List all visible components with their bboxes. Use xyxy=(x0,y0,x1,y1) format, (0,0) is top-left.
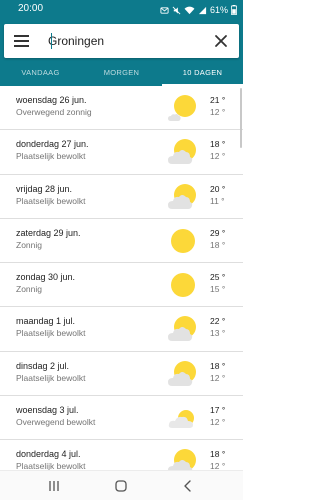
forecast-low-temp: 12 ° xyxy=(210,151,226,162)
mute-icon xyxy=(172,6,181,14)
notification-icon xyxy=(160,6,169,14)
forecast-day: woensdag 3 jul. xyxy=(16,405,79,416)
forecast-high-temp: 29 ° xyxy=(210,227,226,238)
forecast-day: vrijdag 28 jun. xyxy=(16,183,73,194)
forecast-row[interactable]: vrijdag 28 jun. Plaatselijk bewolkt 20 ° 11… xyxy=(0,175,243,219)
mostly-cloudy-icon xyxy=(168,410,194,429)
hamburger-menu-icon[interactable] xyxy=(12,31,32,51)
system-nav-bar xyxy=(0,470,243,500)
forecast-row[interactable]: zaterdag 29 jun. Zonnig 29 ° 18 ° xyxy=(0,219,243,264)
forecast-high-temp: 18 ° xyxy=(210,449,226,460)
forecast-day: dinsdag 2 jul. xyxy=(16,360,70,371)
forecast-description: Plaatselijk bewolkt xyxy=(16,151,86,162)
forecast-row[interactable]: maandag 1 jul. Plaatselijk bewolkt 22 ° 13 … xyxy=(0,307,243,352)
forecast-low-temp: 15 ° xyxy=(210,284,226,295)
sunny-icon xyxy=(171,273,195,298)
forecast-description: Overwegend bewolkt xyxy=(16,417,96,428)
partly-cloudy-icon xyxy=(168,360,196,386)
forecast-description: Zonnig xyxy=(16,284,42,295)
status-time: 20:00 xyxy=(18,3,44,14)
forecast-high-temp: 20 ° xyxy=(210,183,226,194)
forecast-high-temp: 18 ° xyxy=(210,360,226,371)
sunny-icon xyxy=(171,228,195,253)
forecast-low-temp: 12 ° xyxy=(210,417,226,428)
search-bar xyxy=(4,24,239,58)
close-icon[interactable] xyxy=(213,33,229,49)
forecast-high-temp: 18 ° xyxy=(210,139,226,150)
search-input[interactable] xyxy=(48,32,198,50)
recent-apps-icon[interactable] xyxy=(46,478,62,494)
forecast-row[interactable]: donderdag 27 jun. Plaatselijk bewolkt 18 °… xyxy=(0,130,243,175)
signal-icon xyxy=(198,6,207,14)
tab-vandaag[interactable]: VANDAAG xyxy=(0,62,81,86)
forecast-row[interactable]: woensdag 26 jun. Overwegend zonnig 21 ° 12 … xyxy=(0,86,243,131)
forecast-day: woensdag 26 jun. xyxy=(16,95,87,105)
forecast-row[interactable]: woensdag 3 jul. Overwegend bewolkt 17 ° 12 … xyxy=(0,396,243,441)
forecast-day: zondag 30 jun. xyxy=(16,272,76,283)
forecast-low-temp: 13 ° xyxy=(210,328,226,339)
forecast-day: zaterdag 29 jun. xyxy=(16,227,81,238)
tab-morgen[interactable]: MORGEN xyxy=(81,62,162,86)
forecast-description: Zonnig xyxy=(16,239,42,250)
app-bar xyxy=(0,20,243,62)
tab-bar: VANDAAG MORGEN 10 DAGEN xyxy=(0,62,243,86)
forecast-description: Plaatselijk bewolkt xyxy=(16,328,86,339)
forecast-day: donderdag 27 jun. xyxy=(16,139,89,150)
scrollbar[interactable] xyxy=(240,88,242,148)
forecast-low-temp: 12 ° xyxy=(210,372,226,383)
partly-cloudy-icon xyxy=(168,183,196,209)
tab-10-dagen[interactable]: 10 DAGEN xyxy=(162,62,243,86)
status-bar: 20:00 61% xyxy=(0,0,243,20)
partly-cloudy-icon xyxy=(168,316,196,342)
forecast-description: Overwegend zonnig xyxy=(16,107,92,117)
forecast-high-temp: 25 ° xyxy=(210,272,226,283)
forecast-high-temp: 21 ° xyxy=(210,95,226,105)
back-icon[interactable] xyxy=(180,478,196,494)
forecast-description: Plaatselijk bewolkt xyxy=(16,372,86,383)
forecast-high-temp: 22 ° xyxy=(210,316,226,327)
partly-cloudy-icon xyxy=(168,139,196,165)
home-icon[interactable] xyxy=(113,478,129,494)
forecast-low-temp: 18 ° xyxy=(210,239,226,250)
forecast-row[interactable]: zondag 30 jun. Zonnig 25 ° 15 ° xyxy=(0,263,243,308)
battery-percentage: 61% xyxy=(209,5,228,15)
forecast-low-temp: 12 ° xyxy=(210,107,226,117)
forecast-high-temp: 17 ° xyxy=(210,405,226,416)
forecast-row[interactable]: dinsdag 2 jul. Plaatselijk bewolkt 18 ° 12 … xyxy=(0,352,243,397)
forecast-list: woensdag 26 jun. Overwegend zonnig 21 ° 12 … xyxy=(0,86,243,485)
battery-icon xyxy=(231,5,237,15)
forecast-low-temp: 11 ° xyxy=(210,195,225,206)
text-cursor xyxy=(51,33,52,49)
wifi-icon xyxy=(184,6,195,14)
forecast-description: Plaatselijk bewolkt xyxy=(16,195,86,206)
status-icons: 61% xyxy=(160,2,237,18)
forecast-day: maandag 1 jul. xyxy=(16,316,76,327)
forecast-day: donderdag 4 jul. xyxy=(16,449,81,460)
mostly-sunny-icon xyxy=(168,95,196,121)
